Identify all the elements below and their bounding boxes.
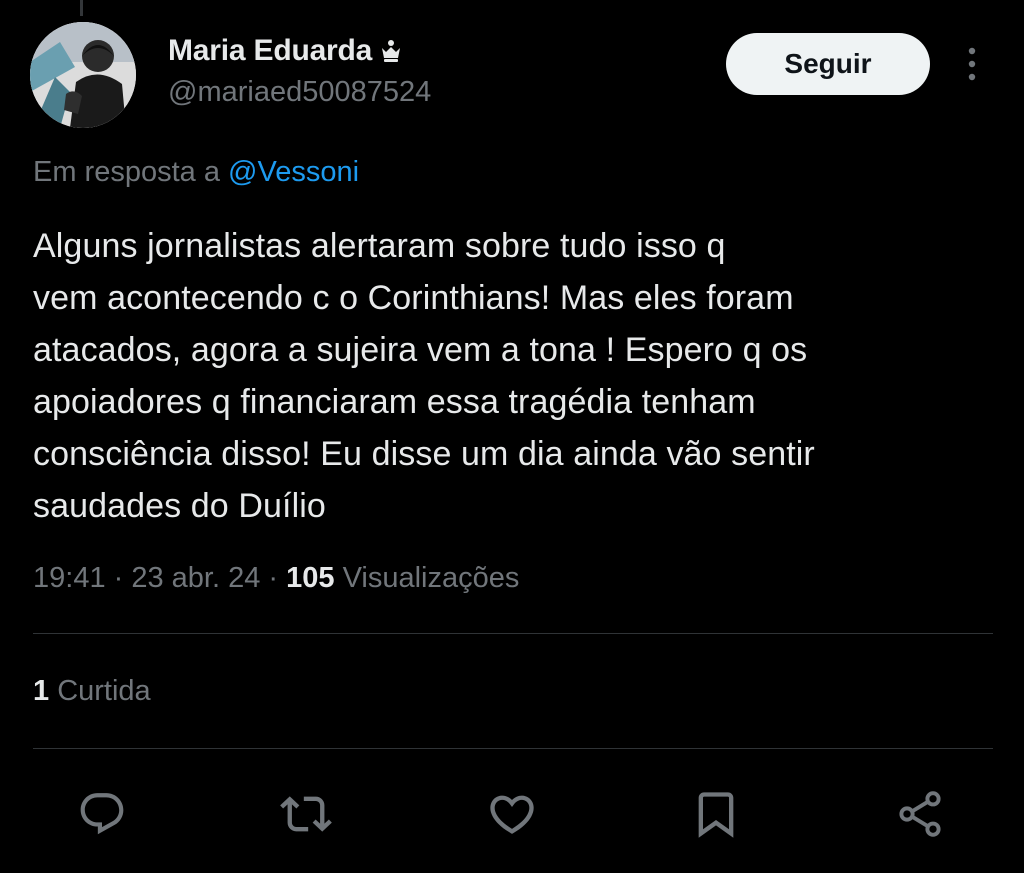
retweet-button[interactable] [278, 786, 334, 842]
reply-context-prefix: Em resposta a [33, 156, 229, 188]
more-vertical-icon[interactable] [955, 44, 989, 84]
crown-icon [380, 39, 402, 63]
like-icon [490, 795, 534, 834]
likes-summary[interactable]: 1 Curtida [33, 675, 151, 708]
views-count: 105 [286, 562, 335, 594]
tweet-text-line: Alguns jornalistas alertaram sobre tudo … [33, 227, 726, 265]
avatar-image [30, 22, 136, 128]
meta-separator: · [105, 562, 132, 594]
bookmark-icon [698, 792, 734, 838]
like-button[interactable] [484, 786, 540, 842]
tweet-text-line: consciência disso! Eu disse um dia ainda… [33, 435, 815, 473]
views-label: Visualizações [334, 562, 520, 594]
reply-context: Em resposta a @Vessoni [33, 156, 359, 189]
follow-button[interactable]: Seguir [726, 33, 930, 95]
divider [33, 633, 993, 634]
tweet-date[interactable]: 23 abr. 24 [131, 562, 260, 594]
tweet-body: Alguns jornalistas alertaram sobre tudo … [33, 220, 993, 532]
divider [33, 748, 993, 749]
likes-label: Curtida [49, 675, 151, 707]
likes-count: 1 [33, 675, 50, 707]
thread-connector-line [80, 0, 83, 16]
user-handle[interactable]: @mariaed50087524 [168, 76, 431, 109]
tweet-text-line: vem acontecendo c o Corinthians! Mas ele… [33, 279, 794, 317]
tweet-time[interactable]: 19:41 [33, 562, 106, 594]
share-button[interactable] [892, 786, 948, 842]
share-icon [899, 791, 941, 837]
display-name[interactable]: Maria Eduarda [168, 34, 372, 68]
meta-separator: · [260, 562, 287, 594]
tweet-meta: 19:41 · 23 abr. 24 · 105 Visualizações [33, 562, 519, 595]
reply-icon [80, 793, 124, 835]
tweet-text-line: saudades do Duílio [33, 487, 326, 525]
retweet-icon [280, 796, 332, 832]
reply-button[interactable] [74, 786, 130, 842]
bookmark-button[interactable] [688, 786, 744, 842]
reply-mention-link[interactable]: @Vessoni [228, 156, 359, 188]
tweet-text-line: atacados, agora a sujeira vem a tona ! E… [33, 331, 808, 369]
tweet-text-line: apoiadores q financiaram essa tragédia t… [33, 383, 756, 421]
avatar[interactable] [30, 22, 136, 128]
